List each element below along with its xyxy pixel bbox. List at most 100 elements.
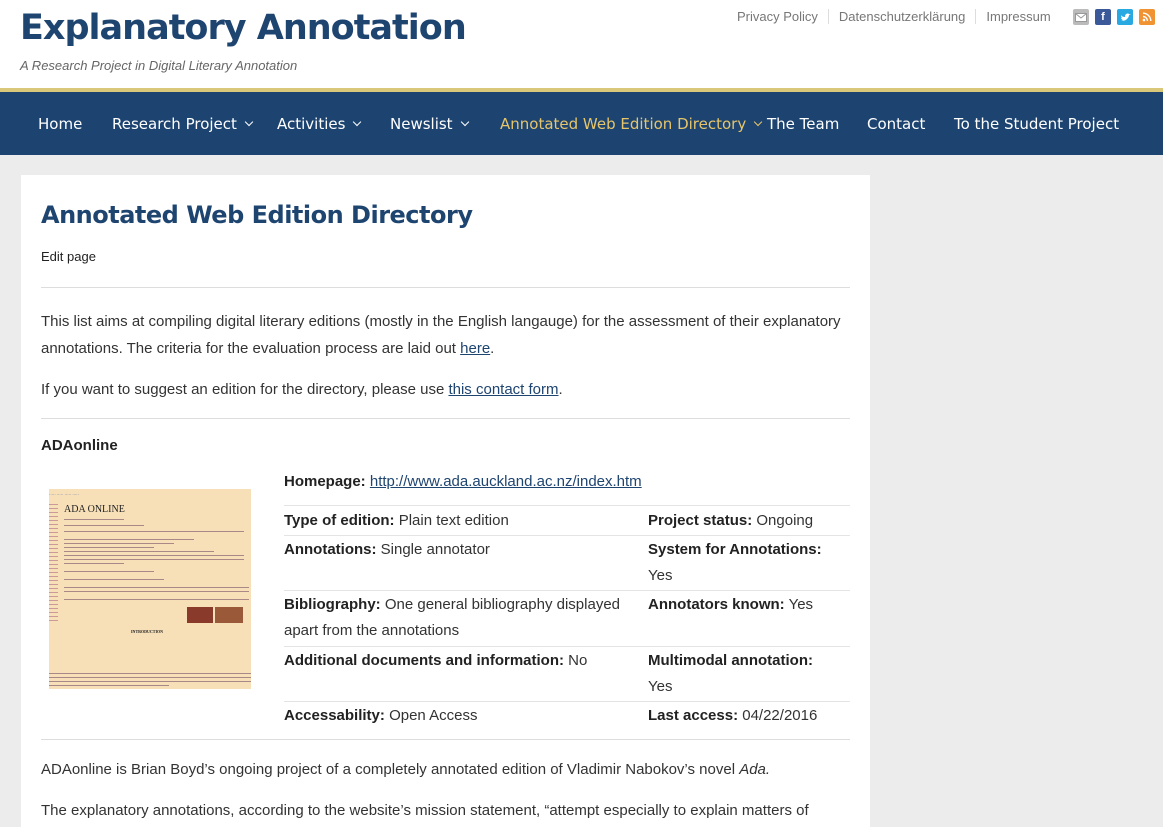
- rss-icon[interactable]: [1139, 9, 1155, 25]
- multimodal-annotation: Multimodal annotation: Yes: [648, 648, 848, 700]
- thumbnail-text-line: [49, 681, 251, 682]
- nav-student-project-label: To the Student Project: [954, 114, 1120, 133]
- status-label: Project status:: [648, 512, 753, 529]
- thumbnail-text-line: [64, 531, 244, 532]
- criteria-link[interactable]: here: [460, 340, 490, 357]
- social-links: f: [1073, 9, 1155, 25]
- description-text-2: The explanatory annotations, according t…: [41, 802, 809, 819]
- last-access: Last access: 04/22/2016: [648, 703, 817, 729]
- thumbnail-text-line: [49, 677, 251, 678]
- thumbnail-section-heading: INTRODUCTION: [131, 629, 164, 634]
- multimodal-value: Yes: [648, 678, 673, 695]
- suggest-paragraph: If you want to suggest an edition for th…: [41, 376, 853, 403]
- annotations-value: Single annotator: [380, 541, 490, 558]
- nav-home[interactable]: Home: [38, 92, 82, 155]
- page-title: Annotated Web Edition Directory: [41, 201, 473, 229]
- thumbnail-text-line: [49, 673, 251, 674]
- annotations: Annotations: Single annotator: [284, 537, 490, 563]
- nav-research-project[interactable]: Research Project: [112, 92, 254, 155]
- system-label: System for Annotations:: [648, 541, 822, 558]
- last-access-label: Last access:: [648, 707, 739, 724]
- nav-research-project-label: Research Project: [112, 114, 237, 133]
- row-divider: [284, 646, 850, 647]
- homepage-link[interactable]: http://www.ada.auckland.ac.nz/index.htm: [370, 473, 642, 490]
- nav-activities[interactable]: Activities: [277, 92, 362, 155]
- nav-home-label: Home: [38, 114, 83, 133]
- bibliography-label: Bibliography:: [284, 596, 381, 613]
- additional-label: Additional documents and information:: [284, 652, 564, 669]
- main-content: Annotated Web Edition Directory Edit pag…: [21, 175, 870, 827]
- annotations-label: Annotations:: [284, 541, 377, 558]
- thumbnail-text-line: [64, 525, 144, 526]
- thumbnail-text-line: [49, 685, 169, 686]
- site-title[interactable]: Explanatory Annotation: [20, 8, 467, 48]
- intro-period: .: [490, 340, 495, 357]
- thumbnail-text-line: [64, 563, 124, 564]
- top-links: Privacy Policy Datenschutzerklärung Impr…: [727, 9, 1061, 24]
- nav-newslist-label: Newslist: [390, 114, 453, 133]
- impressum-link[interactable]: Impressum: [976, 9, 1060, 24]
- nav-activities-label: Activities: [277, 114, 346, 133]
- edition-thumbnail[interactable]: ····· ····· ····· ····· ADA ONLINE INTRO…: [49, 489, 251, 689]
- thumbnail-text-line: [64, 551, 214, 552]
- type-of-edition: Type of edition: Plain text edition: [284, 508, 509, 534]
- entry-description-continued: The explanatory annotations, according t…: [41, 797, 853, 824]
- suggest-period: .: [558, 381, 563, 398]
- novel-title: Ada.: [739, 761, 771, 778]
- thumbnail-text-line: [64, 579, 164, 580]
- type-value: Plain text edition: [398, 512, 509, 529]
- contact-form-link[interactable]: this contact form: [448, 381, 558, 398]
- bibliography-value: One general bibliography displayed: [384, 596, 621, 613]
- row-divider: [284, 505, 850, 506]
- site-tagline: A Research Project in Digital Literary A…: [20, 58, 298, 73]
- datenschutz-link[interactable]: Datenschutzerklärung: [829, 9, 977, 24]
- last-access-value: 04/22/2016: [742, 707, 818, 724]
- thumbnail-text-line: [64, 555, 244, 556]
- thumbnail-text-line: [64, 539, 194, 540]
- nav-directory-label: Annotated Web Edition Directory: [500, 114, 747, 133]
- access-value: Open Access: [389, 707, 478, 724]
- chevron-down-icon: [353, 117, 362, 126]
- nav-annotated-web-edition-directory[interactable]: Annotated Web Edition Directory: [500, 92, 763, 155]
- mail-icon[interactable]: [1073, 9, 1089, 25]
- facebook-icon[interactable]: f: [1095, 9, 1111, 25]
- status-value: Ongoing: [756, 512, 814, 529]
- entry-description: ADAonline is Brian Boyd’s ongoing projec…: [41, 756, 853, 783]
- thumbnail-text-line: [64, 547, 154, 548]
- thumbnail-text-line: [64, 559, 244, 560]
- system-value: Yes: [648, 567, 673, 584]
- intro-paragraph: This list aims at compiling digital lite…: [41, 308, 853, 362]
- chevron-down-icon: [460, 117, 469, 126]
- access-label: Accessability:: [284, 707, 385, 724]
- nav-newslist[interactable]: Newslist: [390, 92, 469, 155]
- divider: [41, 418, 850, 419]
- annotators-value: Yes: [788, 596, 814, 613]
- thumbnail-text-line: [64, 543, 174, 544]
- suggest-text: If you want to suggest an edition for th…: [41, 381, 449, 398]
- nav-the-team[interactable]: The Team: [767, 92, 839, 155]
- chevron-down-icon: [753, 117, 763, 126]
- annotators-known: Annotators known: Yes: [648, 592, 813, 618]
- nav-student-project[interactable]: To the Student Project: [954, 92, 1119, 155]
- thumbnail-menu: ····· ····· ····· ·····: [49, 492, 79, 497]
- nav-contact[interactable]: Contact: [867, 92, 925, 155]
- type-label: Type of edition:: [284, 512, 395, 529]
- annotators-label: Annotators known:: [648, 596, 785, 613]
- thumbnail-sidebar: [49, 501, 58, 621]
- thumbnail-text-line: [64, 571, 154, 572]
- thumbnail-photo: [215, 607, 243, 623]
- row-divider: [284, 535, 850, 536]
- system-for-annotations: System for Annotations: Yes: [648, 537, 848, 589]
- bibliography-value-continued: apart from the annotations: [284, 622, 460, 639]
- site-header: Explanatory Annotation A Research Projec…: [0, 0, 1163, 88]
- accessability: Accessability: Open Access: [284, 703, 477, 729]
- divider: [41, 287, 850, 288]
- description-text: ADAonline is Brian Boyd’s ongoing projec…: [41, 761, 740, 778]
- additional-documents: Additional documents and information: No: [284, 648, 587, 674]
- edit-page-link[interactable]: Edit page: [41, 249, 96, 264]
- row-divider: [284, 701, 850, 702]
- privacy-policy-link[interactable]: Privacy Policy: [727, 9, 829, 24]
- twitter-icon[interactable]: [1117, 9, 1133, 25]
- thumbnail-text-line: [64, 587, 249, 588]
- homepage-row: Homepage: http://www.ada.auckland.ac.nz/…: [284, 468, 850, 495]
